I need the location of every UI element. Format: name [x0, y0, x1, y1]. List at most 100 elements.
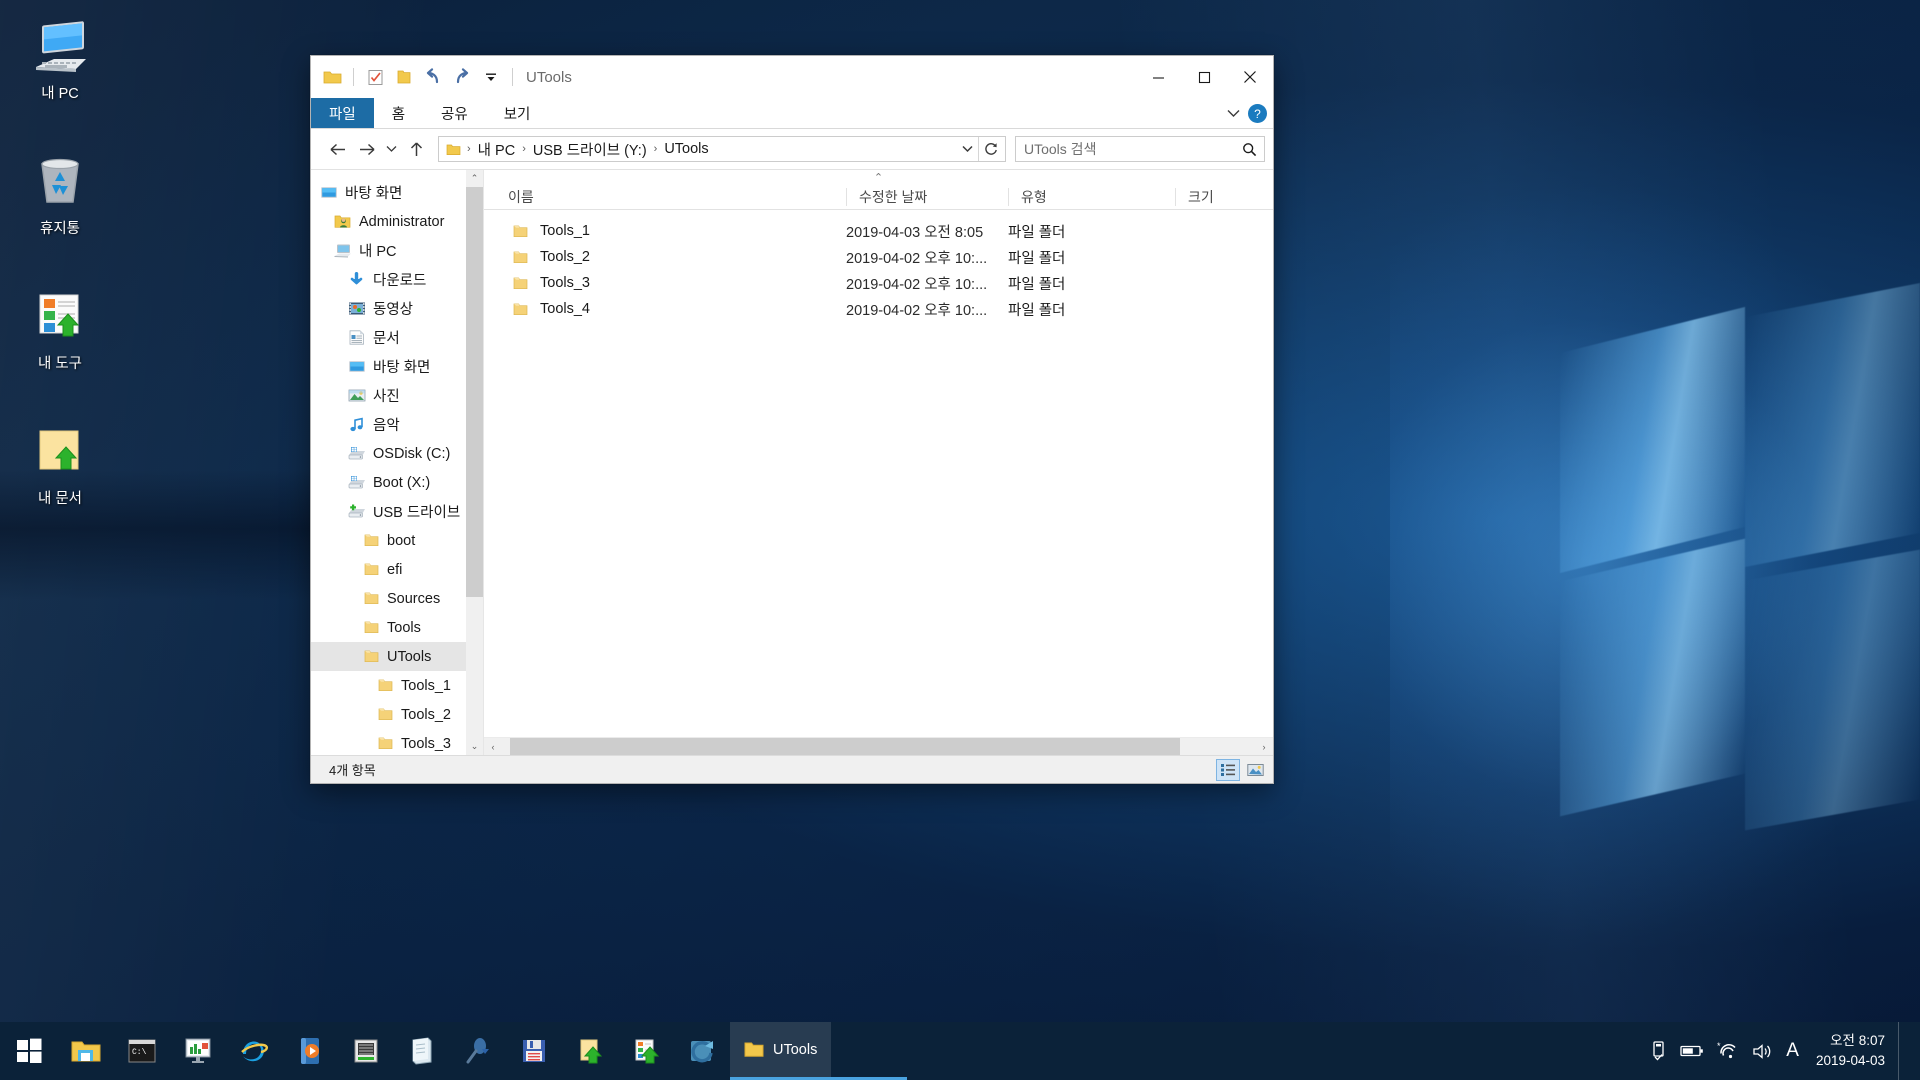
maximize-button[interactable] — [1181, 56, 1227, 98]
refresh-icon[interactable] — [978, 137, 1003, 161]
new-folder-icon[interactable] — [393, 66, 415, 88]
scroll-up-arrow[interactable]: ⌃ — [466, 170, 483, 187]
breadcrumb-utools[interactable]: UTools — [661, 141, 711, 157]
magnifier-icon[interactable] — [450, 1022, 506, 1080]
battery-icon[interactable] — [1680, 1044, 1704, 1058]
cell-date: 2019-04-02 오후 10:... — [846, 250, 988, 267]
sidebar-item-tools-2[interactable]: Tools_2 — [311, 700, 483, 729]
tools-upload-icon[interactable] — [618, 1022, 674, 1080]
customize-dropdown-icon[interactable] — [480, 66, 502, 88]
folder-icon — [508, 302, 532, 317]
table-row[interactable]: Tools_3 2019-04-02 오후 10:... 파일 폴더 — [484, 270, 1273, 296]
chevron-down-icon[interactable] — [956, 137, 978, 161]
sidebar-item-[interactable]: 바탕 화면 — [311, 178, 483, 207]
sidebar-item-efi[interactable]: efi — [311, 555, 483, 584]
breadcrumb-usb-drive[interactable]: USB 드라이브 (Y:) — [530, 139, 650, 160]
help-button[interactable]: ? — [1248, 104, 1267, 123]
folder-icon — [508, 224, 532, 239]
scrollbar-thumb[interactable] — [466, 187, 483, 597]
cell-name: Tools_1 — [540, 223, 590, 239]
start-button[interactable] — [0, 1022, 58, 1080]
usb-eject-icon[interactable] — [1650, 1040, 1667, 1062]
file-explorer-icon[interactable] — [58, 1022, 114, 1080]
scroll-down-arrow[interactable]: ⌄ — [466, 738, 483, 755]
tab-view[interactable]: 보기 — [486, 98, 549, 128]
sidebar-item-[interactable]: 음악 — [311, 410, 483, 439]
recent-locations-button[interactable] — [383, 136, 400, 162]
desktop-icon-recycle-bin[interactable]: 휴지통 — [0, 145, 120, 278]
close-button[interactable] — [1227, 56, 1273, 98]
taskbar-open-window-utools[interactable]: UTools — [730, 1022, 832, 1080]
column-header-size[interactable]: 크기 — [1175, 187, 1273, 206]
sidebar-scrollbar[interactable]: ⌃ ⌄ — [466, 170, 483, 755]
notepad-icon[interactable] — [394, 1022, 450, 1080]
internet-explorer-icon[interactable] — [226, 1022, 282, 1080]
table-row[interactable]: Tools_4 2019-04-02 오후 10:... 파일 폴더 — [484, 296, 1273, 322]
folder-icon[interactable] — [321, 66, 343, 88]
redo-icon[interactable] — [451, 66, 473, 88]
column-header-name[interactable]: 이름 — [484, 188, 846, 206]
back-button[interactable] — [325, 136, 351, 162]
hardware-info-icon[interactable] — [338, 1022, 394, 1080]
column-header-type[interactable]: 유형 — [1008, 187, 1175, 206]
sidebar-item-pc[interactable]: 내 PC — [311, 236, 483, 265]
ime-icon[interactable]: A — [1786, 1040, 1799, 1062]
floppy-save-icon[interactable] — [506, 1022, 562, 1080]
table-row[interactable]: Tools_2 2019-04-02 오후 10:... 파일 폴더 — [484, 244, 1273, 270]
scroll-left-arrow[interactable]: ‹ — [484, 738, 502, 756]
quick-access-toolbar — [321, 66, 516, 88]
large-icons-view-button[interactable] — [1243, 759, 1267, 781]
sidebar-item-[interactable]: 문서 — [311, 323, 483, 352]
sidebar-item-[interactable]: 다운로드 — [311, 265, 483, 294]
minimize-button[interactable] — [1135, 56, 1181, 98]
properties-icon[interactable] — [364, 66, 386, 88]
sidebar-item-osdisk-c[interactable]: OSDisk (C:) — [311, 439, 483, 468]
scroll-right-arrow[interactable]: › — [1255, 738, 1273, 756]
volume-icon[interactable] — [1752, 1043, 1773, 1060]
undo-icon[interactable] — [422, 66, 444, 88]
table-row[interactable]: Tools_1 2019-04-03 오전 8:05 파일 폴더 — [484, 218, 1273, 244]
desktop-icon-my-tools[interactable]: 내 도구 — [0, 280, 120, 413]
monitor-chart-icon[interactable] — [170, 1022, 226, 1080]
show-desktop-button[interactable] — [1898, 1022, 1906, 1080]
sidebar-item-sources[interactable]: Sources — [311, 584, 483, 613]
sidebar-item-boot-x[interactable]: Boot (X:) — [311, 468, 483, 497]
scrollbar-thumb[interactable] — [510, 737, 1180, 756]
sidebar-item-tools[interactable]: Tools — [311, 613, 483, 642]
desktop-icon — [319, 184, 339, 202]
tab-file[interactable]: 파일 — [311, 98, 374, 128]
sidebar-item-administrator[interactable]: Administrator — [311, 207, 483, 236]
desktop-icon-my-documents[interactable]: 내 문서 — [0, 415, 120, 548]
breadcrumb-this-pc[interactable]: 내 PC — [475, 139, 519, 160]
desktop-icon-this-pc[interactable]: 내 PC — [0, 10, 120, 143]
tab-home[interactable]: 홈 — [374, 98, 423, 128]
media-player-icon[interactable] — [282, 1022, 338, 1080]
command-prompt-icon[interactable]: C:\ — [114, 1022, 170, 1080]
sidebar-item-[interactable]: 동영상 — [311, 294, 483, 323]
search-input[interactable] — [1024, 141, 1239, 157]
sidebar-item-utools[interactable]: UTools — [311, 642, 483, 671]
network-wifi-icon[interactable]: * — [1717, 1042, 1739, 1060]
sidebar-item-usb[interactable]: USB 드라이브 — [311, 497, 483, 526]
details-view-button[interactable] — [1216, 758, 1240, 781]
refresh-app-icon[interactable] — [674, 1022, 730, 1080]
sidebar-item-tools-3[interactable]: Tools_3 — [311, 729, 483, 755]
window-controls — [1135, 56, 1273, 98]
horizontal-scrollbar[interactable]: ‹ › — [484, 737, 1273, 756]
scrollbar-track[interactable] — [502, 737, 1255, 756]
search-icon[interactable] — [1239, 142, 1260, 157]
sidebar-item-[interactable]: 사진 — [311, 381, 483, 410]
tab-share[interactable]: 공유 — [423, 98, 486, 128]
sidebar-item-boot[interactable]: boot — [311, 526, 483, 555]
chevron-down-icon[interactable] — [1227, 107, 1240, 120]
address-bar[interactable]: › 내 PC › USB 드라이브 (Y:) › UTools — [438, 136, 1006, 162]
up-button[interactable] — [403, 136, 429, 162]
taskbar-clock[interactable]: 오전 8:07 2019-04-03 — [1812, 1031, 1885, 1070]
folder-upload-icon[interactable] — [562, 1022, 618, 1080]
forward-button[interactable] — [354, 136, 380, 162]
sidebar-item-[interactable]: 바탕 화면 — [311, 352, 483, 381]
column-header-date[interactable]: 수정한 날짜 — [846, 187, 1008, 206]
desktop-icon — [347, 358, 367, 376]
search-box[interactable] — [1015, 136, 1265, 162]
sidebar-item-tools-1[interactable]: Tools_1 — [311, 671, 483, 700]
